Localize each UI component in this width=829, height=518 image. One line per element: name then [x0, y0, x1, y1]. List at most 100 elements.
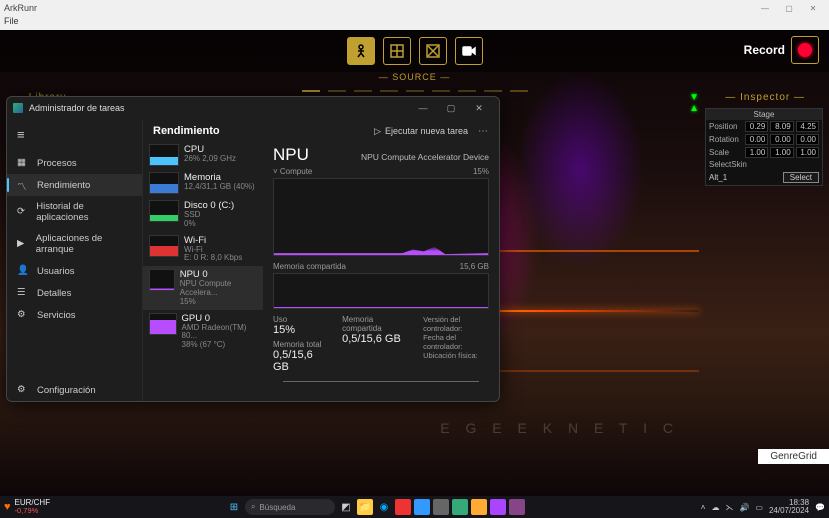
- tm-scrollbar[interactable]: [283, 381, 479, 382]
- tm-detail-panel: NPU NPU Compute Accelerator Device ˅ Com…: [263, 141, 499, 401]
- taskbar-search[interactable]: ⌕ Búsqueda: [245, 499, 335, 515]
- top-toolbar: [0, 30, 829, 72]
- genregrid-label: GenreGrid: [758, 449, 829, 464]
- close-button[interactable]: ✕: [801, 4, 825, 13]
- source-camera-icon[interactable]: [455, 37, 483, 65]
- tm-nav-procesos[interactable]: ▦Procesos: [7, 152, 142, 174]
- nav-icon: 👤: [17, 265, 29, 277]
- task-view-icon[interactable]: ◩: [338, 499, 354, 515]
- inspector-row-position: Position0.298.094.25: [706, 120, 822, 133]
- row-value[interactable]: 0.29: [745, 121, 768, 132]
- app-icon-4[interactable]: [452, 499, 468, 515]
- tm-nav-servicios[interactable]: ⚙Servicios: [7, 304, 142, 326]
- record-button[interactable]: [791, 36, 819, 64]
- explorer-icon[interactable]: 📁: [357, 499, 373, 515]
- tm-list-item-npu-0[interactable]: NPU 0NPU Compute Accelera...15%: [143, 266, 263, 309]
- perf-thumb: [149, 144, 179, 166]
- tm-nav-settings[interactable]: ⚙ Configuración: [7, 379, 142, 401]
- record-icon: [798, 43, 812, 57]
- notifications-icon[interactable]: 💬: [815, 503, 825, 512]
- row-value[interactable]: 1.00: [745, 147, 768, 158]
- tm-list-item-cpu[interactable]: CPU26% 2,09 GHz: [143, 141, 263, 169]
- nav-icon: ⟳: [17, 206, 28, 218]
- tm-title-text: Administrador de tareas: [29, 103, 125, 113]
- inspector-title: Stage: [706, 109, 822, 120]
- nav-label: Rendimiento: [37, 180, 90, 191]
- tm-titlebar[interactable]: Administrador de tareas — ▢ ✕: [7, 97, 499, 119]
- tm-memshared-graph[interactable]: [273, 273, 489, 309]
- tm-more-button[interactable]: ⋯: [478, 126, 489, 137]
- tm-memshared-max: 15,6 GB: [460, 262, 489, 271]
- tm-list-item-wi-fi[interactable]: Wi-FiWi-FiE: 0 R: 8,0 Kbps: [143, 232, 263, 267]
- tm-run-task-button[interactable]: ▷ Ejecutar nueva tarea: [374, 126, 468, 137]
- app-icon-7[interactable]: [509, 499, 525, 515]
- gear-icon: ⚙: [17, 384, 29, 396]
- tray-battery-icon[interactable]: ▭: [755, 503, 763, 512]
- taskbar-currency-widget[interactable]: EUR/CHF -0,79%: [15, 499, 51, 515]
- edge-icon[interactable]: ◉: [376, 499, 392, 515]
- inspector-select-button[interactable]: Select: [783, 172, 819, 183]
- record-label: Record: [744, 43, 785, 57]
- tm-close-button[interactable]: ✕: [465, 103, 493, 114]
- source-label: — SOURCE —: [0, 72, 829, 82]
- tm-sidebar: ≡ ▦Procesos 〽 Rendimiento ⟳Historial de apl…: [7, 119, 143, 401]
- nav-icon: ▦: [17, 157, 29, 169]
- row-label: Position: [709, 122, 743, 131]
- row-value[interactable]: 1.00: [796, 147, 819, 158]
- tm-nav-historial-de-aplicaciones[interactable]: ⟳Historial de aplicaciones: [7, 196, 142, 228]
- clock-date: 24/07/2024: [769, 507, 809, 515]
- tm-settings-label: Configuración: [37, 385, 96, 396]
- taskbar-clock[interactable]: 18:38 24/07/2024: [769, 499, 809, 515]
- source-actor-icon[interactable]: [347, 37, 375, 65]
- tm-list-item-memoria[interactable]: Memoria12,4/31,1 GB (40%): [143, 169, 263, 197]
- tm-nav-aplicaciones-de-arranque[interactable]: ▶Aplicaciones de arranque: [7, 228, 142, 260]
- tm-list-item-disco-0-c-[interactable]: Disco 0 (C:)SSD0%: [143, 197, 263, 232]
- task-manager-window: Administrador de tareas — ▢ ✕ ≡ ▦Proceso…: [6, 96, 500, 402]
- tray-wifi-icon[interactable]: ⋋: [725, 503, 733, 512]
- app-icon-1[interactable]: [395, 499, 411, 515]
- tm-nav-rendimiento[interactable]: 〽 Rendimiento: [7, 174, 142, 196]
- search-placeholder: Búsqueda: [259, 503, 295, 512]
- tm-hamburger-icon[interactable]: ≡: [7, 123, 142, 146]
- menu-bar: File: [0, 16, 829, 30]
- app-icon-5[interactable]: [471, 499, 487, 515]
- inspector-header[interactable]: Inspector: [725, 92, 805, 103]
- row-value[interactable]: 0.00: [796, 134, 819, 145]
- tm-maximize-button[interactable]: ▢: [437, 103, 465, 114]
- perf-subtitle: AMD Radeon(TM) 80...38% (67 °C): [182, 324, 257, 350]
- row-value[interactable]: 0.00: [770, 134, 793, 145]
- row-value[interactable]: 8.09: [770, 121, 793, 132]
- scene-marker-icon[interactable]: ▼▲: [689, 92, 699, 114]
- nav-icon: 〽: [17, 179, 29, 191]
- tray-volume-icon[interactable]: 🔊: [739, 503, 749, 512]
- tm-minimize-button[interactable]: —: [409, 103, 437, 113]
- row-value[interactable]: 4.25: [796, 121, 819, 132]
- tm-nav-usuarios[interactable]: 👤Usuarios: [7, 260, 142, 282]
- source-fx-icon[interactable]: [419, 37, 447, 65]
- start-button[interactable]: ⊞: [226, 499, 242, 515]
- nav-icon: ☰: [17, 287, 29, 299]
- tm-memt-value: 0,5/15,6 GB: [273, 349, 322, 373]
- tm-list-item-gpu-0[interactable]: GPU 0AMD Radeon(TM) 80...38% (67 °C): [143, 310, 263, 353]
- app-icon-2[interactable]: [414, 499, 430, 515]
- tm-compute-graph[interactable]: [273, 178, 489, 256]
- taskbar-widget-icon[interactable]: ♥: [4, 501, 11, 513]
- nav-label: Aplicaciones de arranque: [36, 233, 132, 255]
- app-icon-3[interactable]: [433, 499, 449, 515]
- app-icon-6[interactable]: [490, 499, 506, 515]
- tm-uso-label: Uso: [273, 315, 322, 324]
- menu-file[interactable]: File: [4, 16, 19, 26]
- maximize-button[interactable]: ▢: [777, 4, 801, 13]
- tray-chevron-icon[interactable]: ˄: [701, 503, 706, 512]
- tray-cloud-icon[interactable]: ☁: [711, 503, 719, 512]
- row-value[interactable]: 0.00: [745, 134, 768, 145]
- minimize-button[interactable]: —: [753, 4, 777, 13]
- selectskin-label: SelectSkin: [709, 160, 747, 169]
- record-group: Record: [744, 36, 819, 64]
- tm-memt-label: Memoria total: [273, 340, 322, 349]
- tm-detail-name: NPU: [273, 145, 309, 165]
- tm-run-label: Ejecutar nueva tarea: [385, 126, 468, 136]
- source-grid-icon[interactable]: [383, 37, 411, 65]
- tm-nav-detalles[interactable]: ☰Detalles: [7, 282, 142, 304]
- row-value[interactable]: 1.00: [770, 147, 793, 158]
